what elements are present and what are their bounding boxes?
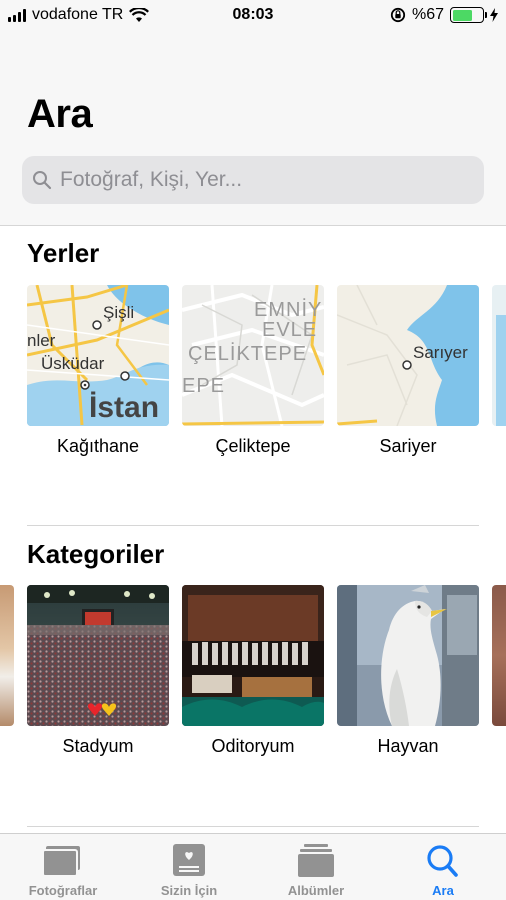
tab-albums[interactable]: Albümler [253, 834, 379, 900]
header: Ara [0, 30, 506, 226]
photos-icon [43, 846, 80, 877]
tab-label: Ara [432, 883, 454, 898]
page-title: Ara [27, 92, 93, 136]
tab-search[interactable]: Ara [380, 834, 506, 900]
status-bar: vodafone TR 08:03 %67 [0, 0, 506, 30]
map-label: EVLE [262, 319, 318, 341]
map-label: Üsküdar [41, 354, 105, 373]
category-label: Oditoryum [211, 736, 295, 756]
search-icon [427, 845, 458, 877]
map-label: EPE [182, 375, 226, 397]
search-bar[interactable] [22, 156, 484, 204]
tab-for-you[interactable]: Sizin İçin [126, 834, 252, 900]
category-photo-stadium[interactable] [27, 585, 169, 726]
tab-label: Sizin İçin [160, 883, 218, 898]
category-photo-next[interactable] [492, 585, 506, 726]
map-label: İstan [89, 391, 160, 424]
section-divider [27, 525, 479, 526]
category-label: Hayvan [377, 736, 439, 756]
map-label: ÇELİKTEPE [188, 343, 308, 365]
place-label: Kağıthane [56, 436, 140, 456]
map-label: Sarıyer [413, 343, 468, 362]
for-you-icon [173, 844, 205, 876]
place-label: Çeliktepe [215, 436, 291, 456]
tab-photos[interactable]: Fotoğraflar [0, 834, 126, 900]
category-photo-animal[interactable] [337, 585, 479, 726]
albums-icon [298, 844, 334, 877]
tab-bar: Fotoğraflar Sizin İçin Albümler Ara [0, 833, 506, 900]
categories-section-title: Kategoriler [27, 539, 165, 569]
place-map-next[interactable] [492, 285, 506, 426]
map-label: nler [27, 331, 56, 350]
map-label: Şişli [103, 303, 135, 322]
status-right: %67 [390, 6, 498, 24]
tab-label: Fotoğraflar [28, 883, 98, 898]
place-map-celiktepe[interactable]: EMNİY EVLE ÇELİKTEPE EPE [182, 285, 324, 426]
category-label: Stadyum [62, 736, 134, 756]
category-photo-prev[interactable] [0, 585, 14, 726]
battery-percent: %67 [411, 6, 444, 23]
search-input[interactable] [60, 168, 460, 192]
place-map-sariyer[interactable]: Sarıyer [337, 285, 479, 426]
tab-label: Albümler [287, 883, 345, 898]
section-divider [27, 826, 479, 827]
place-map-kagithane[interactable]: Şişli nler Üsküdar İstan [27, 285, 169, 426]
charging-icon [490, 8, 498, 22]
magnifier-icon [33, 171, 52, 190]
place-label: Sariyer [379, 436, 437, 456]
places-section-title: Yerler [27, 238, 100, 268]
battery-icon [450, 7, 487, 23]
rotation-lock-icon [390, 7, 406, 23]
category-photo-auditorium[interactable] [182, 585, 324, 726]
